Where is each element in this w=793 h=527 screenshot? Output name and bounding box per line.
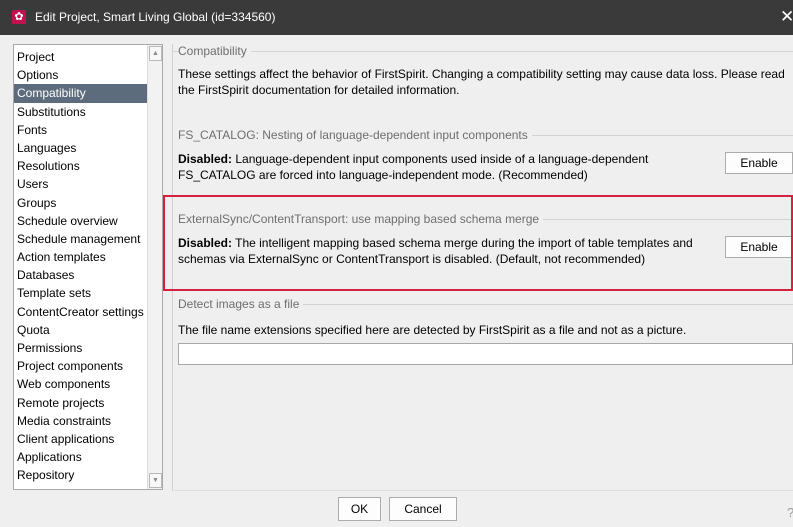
sidebar-item-media-constraints[interactable]: Media constraints <box>14 412 147 430</box>
cancel-button[interactable]: Cancel <box>389 497 457 521</box>
help-icon[interactable]: ? <box>787 505 793 520</box>
external-sync-description: Disabled: The intelligent mapping based … <box>178 235 718 267</box>
close-icon[interactable]: ✕ <box>780 7 793 27</box>
detect-images-header: Detect images as a file <box>178 297 304 311</box>
compatibility-description: These settings affect the behavior of Fi… <box>178 67 785 97</box>
sidebar-item-resolutions[interactable]: Resolutions <box>14 157 147 175</box>
external-sync-text: The intelligent mapping based schema mer… <box>178 236 693 266</box>
scroll-up-icon[interactable]: ▲ <box>149 46 162 61</box>
ok-button[interactable]: OK <box>338 497 381 521</box>
window-title: Edit Project, Smart Living Global (id=33… <box>35 10 276 24</box>
sidebar-item-project-components[interactable]: Project components <box>14 357 147 375</box>
sidebar-item-compatibility[interactable]: Compatibility <box>14 84 147 103</box>
sidebar-item-remote-projects[interactable]: Remote projects <box>14 394 147 412</box>
settings-sidebar: Project Options Compatibility Substitutions… <box>13 44 163 490</box>
sidebar-item-template-sets[interactable]: Template sets <box>14 284 147 302</box>
divider <box>179 51 793 52</box>
scroll-down-icon[interactable]: ▼ <box>149 473 162 488</box>
sidebar-list: Project Options Compatibility Substitutions… <box>14 48 147 485</box>
sidebar-item-web-components[interactable]: Web components <box>14 375 147 393</box>
sidebar-item-languages[interactable]: Languages <box>14 139 147 157</box>
footer-divider <box>172 490 793 491</box>
sidebar-item-options[interactable]: Options <box>14 66 147 84</box>
sidebar-item-project[interactable]: Project <box>14 48 147 66</box>
sidebar-item-groups[interactable]: Groups <box>14 194 147 212</box>
compatibility-header: Compatibility <box>178 44 251 58</box>
title-bar: ✿ Edit Project, Smart Living Global (id=… <box>0 0 793 35</box>
external-sync-status: Disabled: <box>178 236 233 250</box>
fs-catalog-header: FS_CATALOG: Nesting of language-dependen… <box>178 128 532 142</box>
detect-images-description: The file name extensions specified here … <box>178 323 687 337</box>
sidebar-item-contentcreator-settings[interactable]: ContentCreator settings <box>14 303 147 321</box>
sidebar-item-users[interactable]: Users <box>14 175 147 193</box>
sidebar-item-applications[interactable]: Applications <box>14 448 147 466</box>
sidebar-item-client-applications[interactable]: Client applications <box>14 430 147 448</box>
sidebar-item-fonts[interactable]: Fonts <box>14 121 147 139</box>
fs-catalog-status: Disabled: <box>178 152 233 166</box>
fs-catalog-description: Disabled: Language-dependent input compo… <box>178 151 698 183</box>
sidebar-item-repository[interactable]: Repository <box>14 466 147 484</box>
file-extensions-input[interactable] <box>178 343 793 365</box>
external-sync-enable-button[interactable]: Enable <box>725 236 793 258</box>
gear-icon: ✿ <box>12 10 26 24</box>
fs-catalog-text: Language-dependent input components used… <box>178 152 649 182</box>
sidebar-scrollbar[interactable]: ▲ ▼ <box>147 45 162 489</box>
fs-catalog-enable-button[interactable]: Enable <box>725 152 793 174</box>
sidebar-item-databases[interactable]: Databases <box>14 266 147 284</box>
external-sync-header: ExternalSync/ContentTransport: use mappi… <box>178 212 544 226</box>
sidebar-item-action-templates[interactable]: Action templates <box>14 248 147 266</box>
sidebar-item-schedule-management[interactable]: Schedule management <box>14 230 147 248</box>
sidebar-item-quota[interactable]: Quota <box>14 321 147 339</box>
sidebar-item-schedule-overview[interactable]: Schedule overview <box>14 212 147 230</box>
sidebar-item-permissions[interactable]: Permissions <box>14 339 147 357</box>
sidebar-item-substitutions[interactable]: Substitutions <box>14 103 147 121</box>
compatibility-panel: Compatibility These settings affect the … <box>172 44 793 490</box>
